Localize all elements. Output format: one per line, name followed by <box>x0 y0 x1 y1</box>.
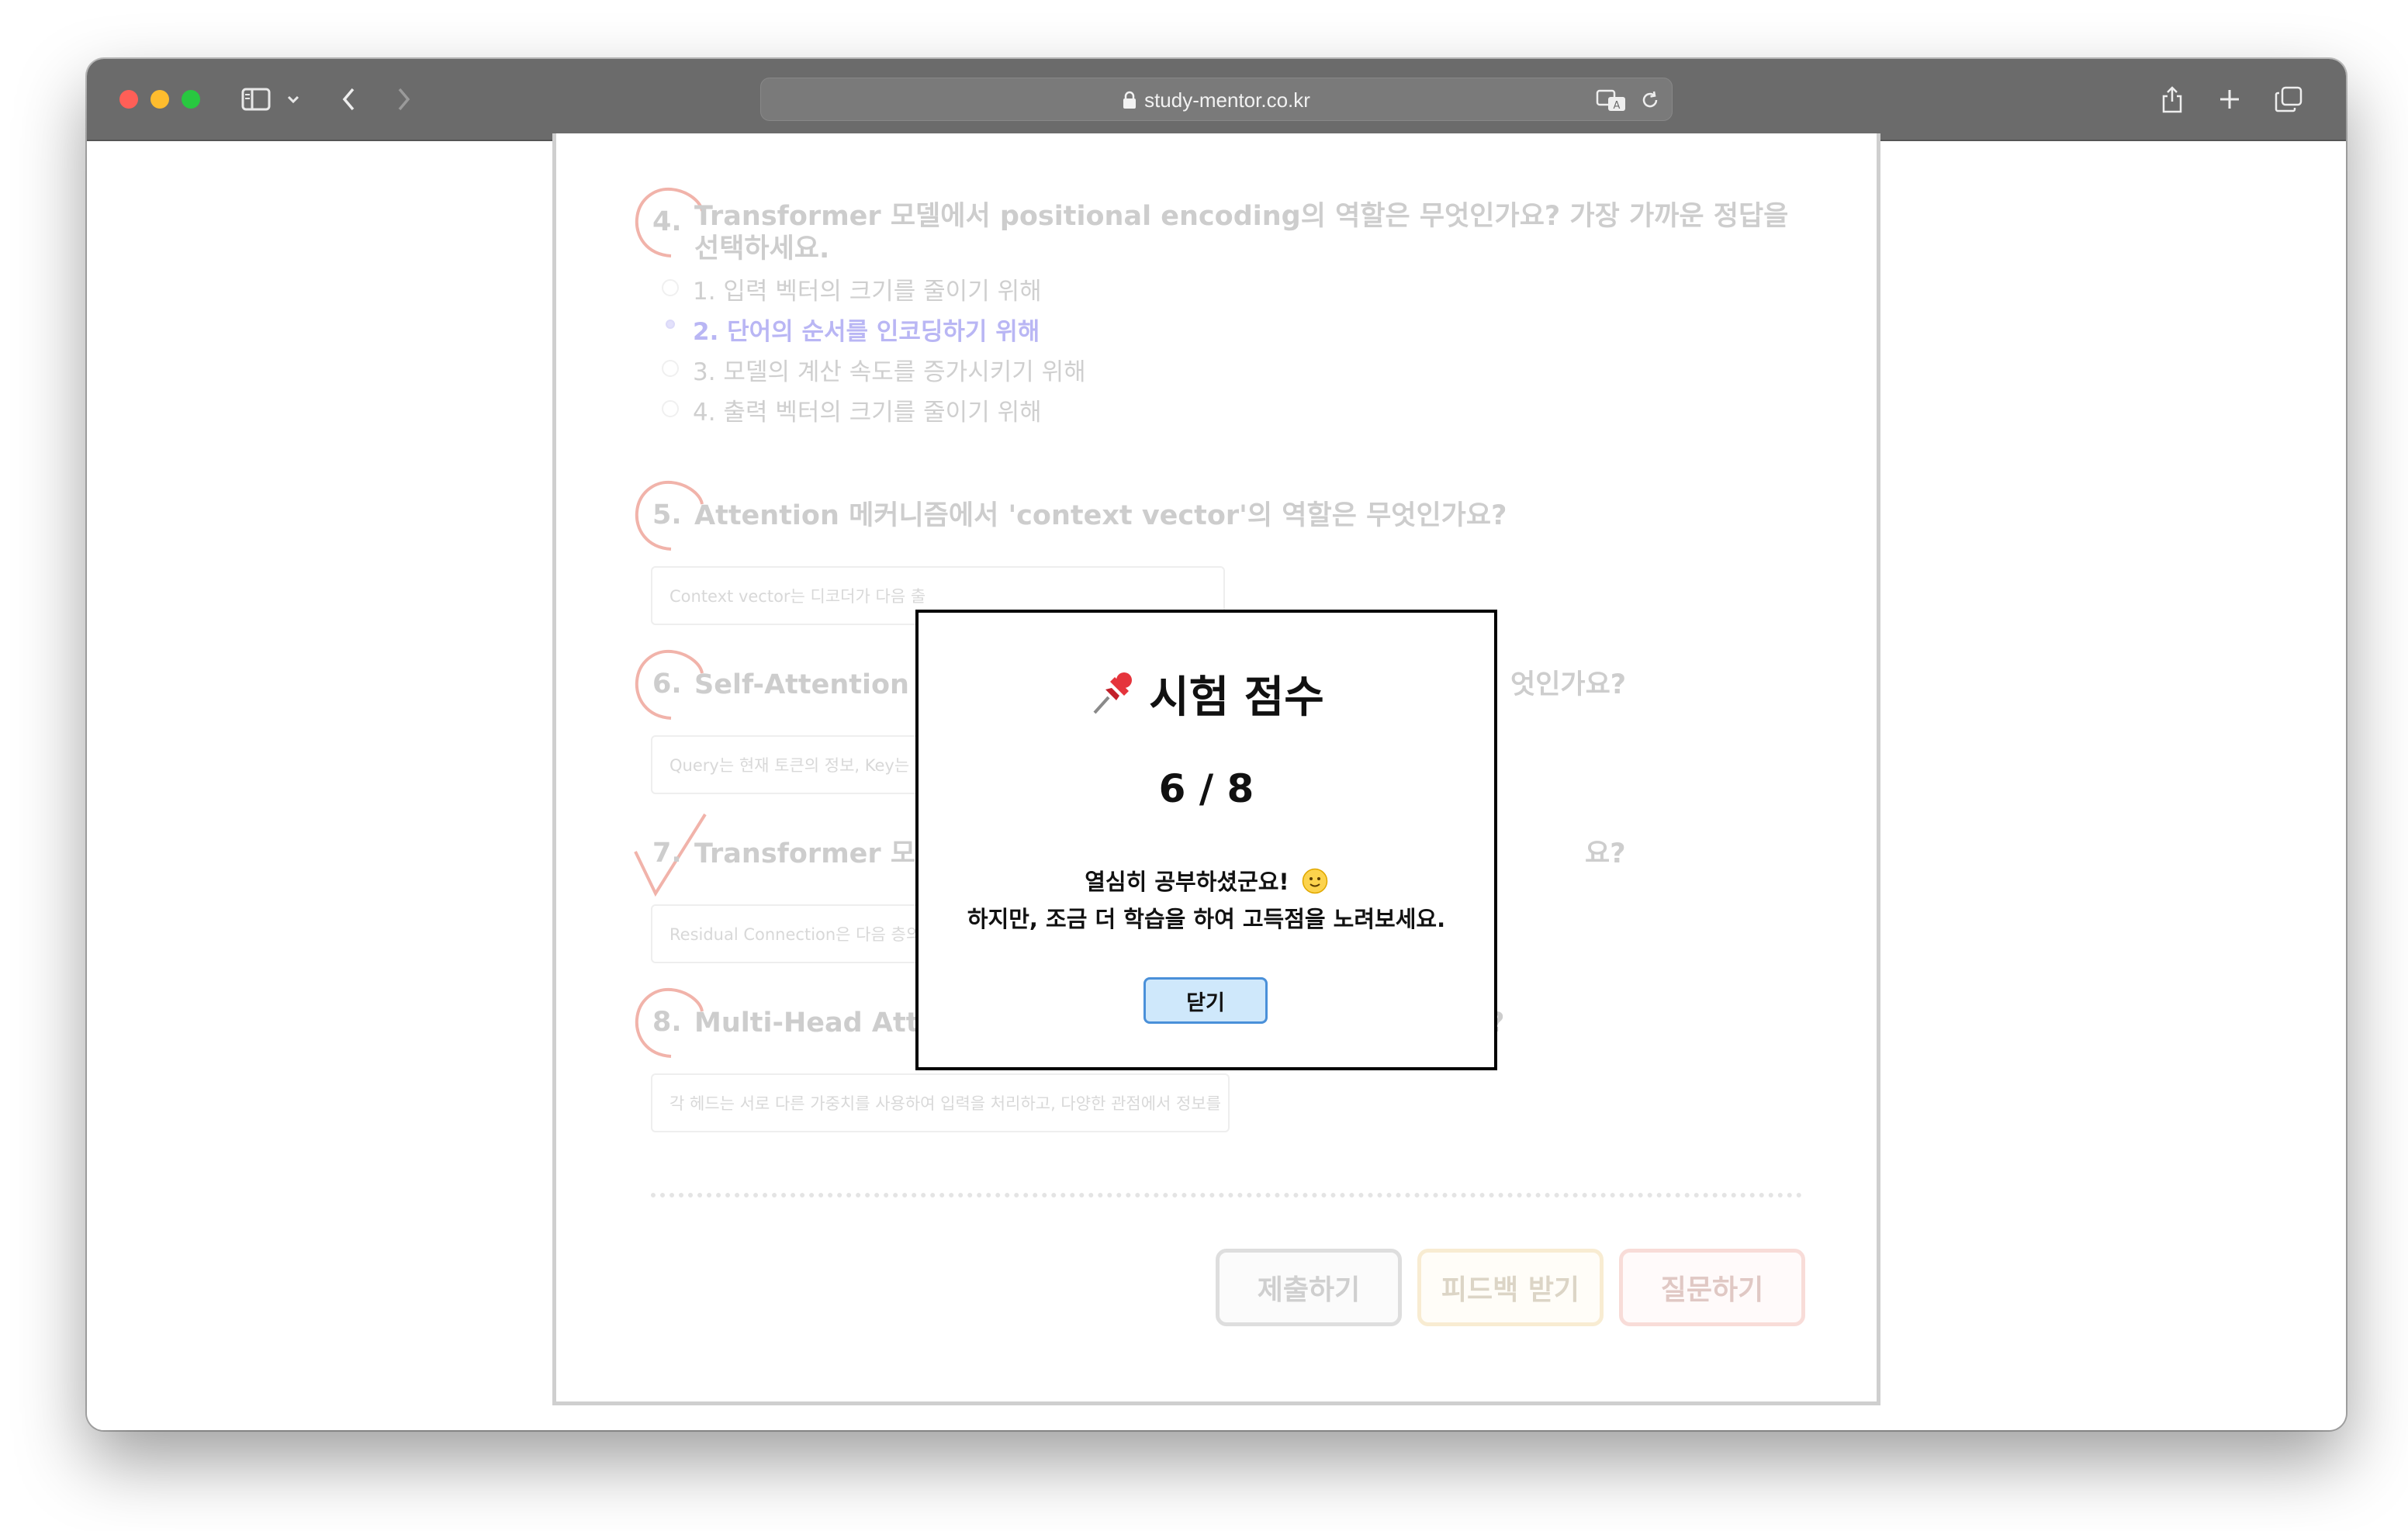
lock-icon <box>1123 91 1137 109</box>
question-number: 7. <box>652 838 682 869</box>
feedback-button[interactable]: 피드백 받기 <box>1417 1249 1604 1326</box>
option-radio[interactable] <box>662 400 679 417</box>
address-bar[interactable]: study-mentor.co.kr A <box>760 78 1673 121</box>
forward-icon[interactable] <box>388 81 419 118</box>
translate-icon[interactable]: A <box>1596 88 1627 116</box>
chevron-down-icon[interactable] <box>284 81 303 118</box>
score-value: 6 / 8 <box>1158 766 1254 811</box>
pushpin-icon <box>1088 671 1135 717</box>
question-number: 5. <box>652 499 682 530</box>
score-modal: 시험 점수 6 / 8 열심히 공부하셨군요! 하지만, 조금 더 학습을 하여… <box>915 610 1497 1070</box>
slightly-smiling-face-icon <box>1302 868 1328 903</box>
close-window-button[interactable] <box>119 90 138 109</box>
svg-text:A: A <box>1614 100 1621 112</box>
question-number: 8. <box>652 1007 682 1038</box>
question-title: Transformer 모델에서 positional encoding의 역할… <box>694 201 1789 264</box>
modal-title: 시험 점수 <box>1149 672 1324 723</box>
url-text: study-mentor.co.kr <box>1144 88 1310 112</box>
divider <box>651 1193 1802 1197</box>
question-number: 6. <box>652 669 682 700</box>
question-title-right: 엇인가요? <box>1510 669 1627 700</box>
question-title-right: 요? <box>1585 838 1626 869</box>
option-label-selected[interactable]: 2. 단어의 순서를 인코딩하기 위해 <box>693 312 1040 347</box>
browser-window: study-mentor.co.kr A 4. Transformer 모델에서… <box>87 59 2346 1430</box>
close-button[interactable]: 닫기 <box>1143 977 1268 1024</box>
option-label[interactable]: 3. 모델의 계산 속도를 증가시키기 위해 <box>693 352 1086 387</box>
question-title-left: Self-Attention 메 <box>694 669 944 700</box>
question-title: Attention 메커니즘에서 'context vector'의 역할은 무… <box>694 500 1507 531</box>
new-tab-icon[interactable] <box>2214 81 2245 118</box>
submit-button[interactable]: 제출하기 <box>1216 1249 1402 1326</box>
message-line-2: 하지만, 조금 더 학습을 하여 고득점을 노려보세요. <box>967 906 1446 932</box>
ask-question-button[interactable]: 질문하기 <box>1619 1249 1805 1326</box>
message-line-1: 열심히 공부하셨군요! <box>1085 869 1289 895</box>
option-label[interactable]: 1. 입력 벡터의 크기를 줄이기 위해 <box>693 271 1042 306</box>
browser-toolbar: study-mentor.co.kr A <box>87 59 2346 141</box>
question-number: 4. <box>652 206 682 237</box>
option-label[interactable]: 4. 출력 벡터의 크기를 줄이기 위해 <box>693 392 1042 427</box>
minimize-window-button[interactable] <box>150 90 169 109</box>
modal-title-row: 시험 점수 <box>919 662 1494 725</box>
score-message: 열심히 공부하셨군요! 하지만, 조금 더 학습을 하여 고득점을 노려보세요. <box>919 866 1494 935</box>
share-icon[interactable] <box>2157 81 2188 118</box>
reload-icon[interactable] <box>1639 89 1661 114</box>
question-title-left: Transformer 모델 <box>694 838 941 869</box>
zoom-window-button[interactable] <box>182 90 200 109</box>
option-radio-selected[interactable] <box>666 320 675 329</box>
tab-overview-icon[interactable] <box>2271 81 2306 118</box>
back-icon[interactable] <box>334 81 365 118</box>
answer-field[interactable]: 각 헤드는 서로 다른 가중치를 사용하여 입력을 처리하고, 다양한 관점에서… <box>651 1073 1230 1132</box>
option-radio[interactable] <box>662 360 679 377</box>
page-content: 4. Transformer 모델에서 positional encoding의… <box>87 133 2346 1430</box>
option-radio[interactable] <box>662 279 679 296</box>
sidebar-icon[interactable] <box>239 81 273 118</box>
